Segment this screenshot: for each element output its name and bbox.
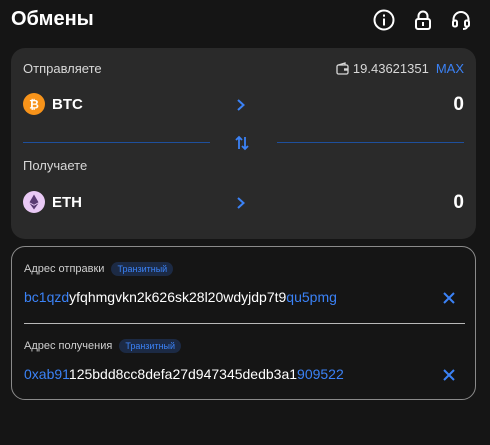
address-prefix: bc1qzd: [24, 289, 70, 305]
max-button[interactable]: MAX: [436, 61, 464, 76]
eth-icon: [23, 191, 45, 213]
receive-address-label: Адрес получения: [24, 340, 113, 352]
send-address-label: Адрес отправки: [24, 263, 105, 275]
address-middle: 125bdd8cc8defa27d947345dedb3a1: [68, 366, 298, 382]
send-asset-row[interactable]: ₿ BTC 0: [23, 93, 464, 117]
receive-label: Получаете: [23, 158, 88, 173]
page-title: Обмены: [11, 8, 94, 30]
address-prefix: 0xab91: [24, 366, 69, 382]
swap-direction-icon[interactable]: [233, 134, 251, 152]
send-address-header: Адрес отправки Транзитный: [24, 262, 174, 276]
receive-asset-row[interactable]: ETH 0: [23, 191, 464, 215]
header: Обмены: [0, 0, 490, 40]
send-amount[interactable]: 0: [453, 94, 464, 116]
info-icon[interactable]: [373, 9, 395, 31]
lock-icon[interactable]: [412, 9, 434, 31]
address-card: Адрес отправки Транзитный bc1qzdyfqhmgvk…: [11, 246, 476, 400]
address-suffix: 909522: [297, 366, 344, 382]
clear-receive-address-icon[interactable]: [442, 368, 456, 382]
receive-address-header: Адрес получения Транзитный: [24, 339, 182, 353]
balance: 19.43621351 MAX: [336, 61, 464, 76]
divider-left: [23, 142, 210, 143]
address-middle: yfqhmgvkn2k626sk28l20wdyjdp7t9: [69, 289, 287, 305]
send-label: Отправляете: [23, 61, 102, 76]
send-address-value[interactable]: bc1qzdyfqhmgvkn2k626sk28l20wdyjdp7t9qu5p…: [24, 289, 337, 305]
chevron-right-icon[interactable]: [235, 97, 247, 113]
btc-icon: ₿: [23, 93, 45, 115]
address-suffix: qu5pmg: [286, 289, 337, 305]
receive-amount[interactable]: 0: [453, 192, 464, 214]
send-coin-name: BTC: [52, 96, 83, 113]
wallet-icon: [336, 62, 349, 75]
headset-icon[interactable]: [450, 9, 472, 31]
address-divider: [24, 323, 465, 324]
swap-card: Отправляете 19.43621351 MAX ₿ BTC 0 Полу…: [11, 48, 476, 239]
status-badge: Транзитный: [111, 262, 174, 276]
receive-address-value[interactable]: 0xab91125bdd8cc8defa27d947345dedb3a19095…: [24, 366, 344, 382]
chevron-right-icon[interactable]: [235, 195, 247, 211]
svg-text:₿: ₿: [29, 98, 39, 112]
clear-send-address-icon[interactable]: [442, 291, 456, 305]
balance-value: 19.43621351: [352, 61, 429, 76]
receive-coin-name: ETH: [52, 194, 82, 211]
status-badge: Транзитный: [119, 339, 182, 353]
divider-right: [277, 142, 464, 143]
